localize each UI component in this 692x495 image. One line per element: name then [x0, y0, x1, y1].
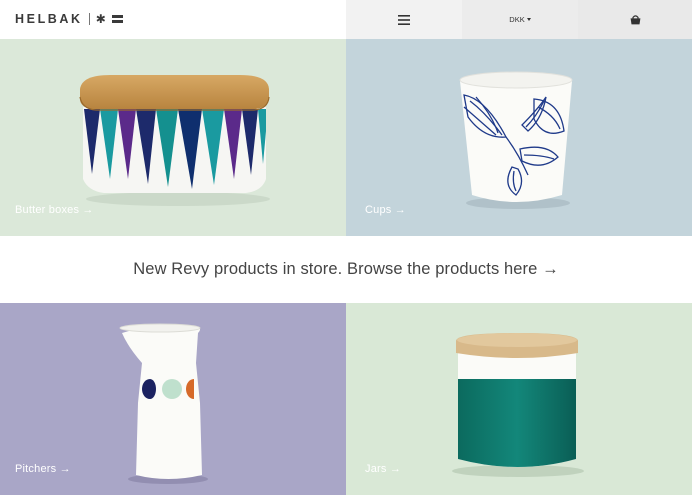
category-tile-pitchers[interactable]: Pitchers → — [0, 303, 346, 495]
logo-wordmark: HELBAK — [15, 12, 83, 26]
tile-label: Cups → — [365, 204, 406, 216]
chevron-down-icon — [526, 18, 531, 21]
tile-label: Pitchers → — [15, 463, 71, 475]
currency-label: DKK — [509, 15, 525, 24]
category-tile-jars[interactable]: Jars → — [346, 303, 692, 495]
tile-label: Jars → — [365, 463, 402, 475]
currency-selector[interactable]: DKK — [462, 0, 578, 39]
flag-icon — [111, 15, 123, 23]
menu-button[interactable] — [346, 0, 462, 39]
category-tile-cups[interactable]: Cups → — [346, 39, 692, 236]
hamburger-icon — [398, 14, 410, 25]
promo-banner-text: New Revy products in store. Browse the p… — [133, 260, 559, 278]
category-tile-butter-boxes[interactable]: Butter boxes → — [0, 39, 346, 236]
tile-label: Butter boxes → — [15, 204, 94, 216]
site-header: HELBAK ✱ DKK — [0, 0, 692, 39]
asterisk-icon: ✱ — [95, 12, 106, 26]
brand-logo[interactable]: HELBAK ✱ — [15, 11, 123, 27]
promo-banner[interactable]: New Revy products in store. Browse the p… — [0, 236, 692, 303]
shopping-bag-icon — [630, 14, 640, 24]
cart-button[interactable] — [578, 0, 692, 39]
logo-divider — [88, 13, 90, 25]
